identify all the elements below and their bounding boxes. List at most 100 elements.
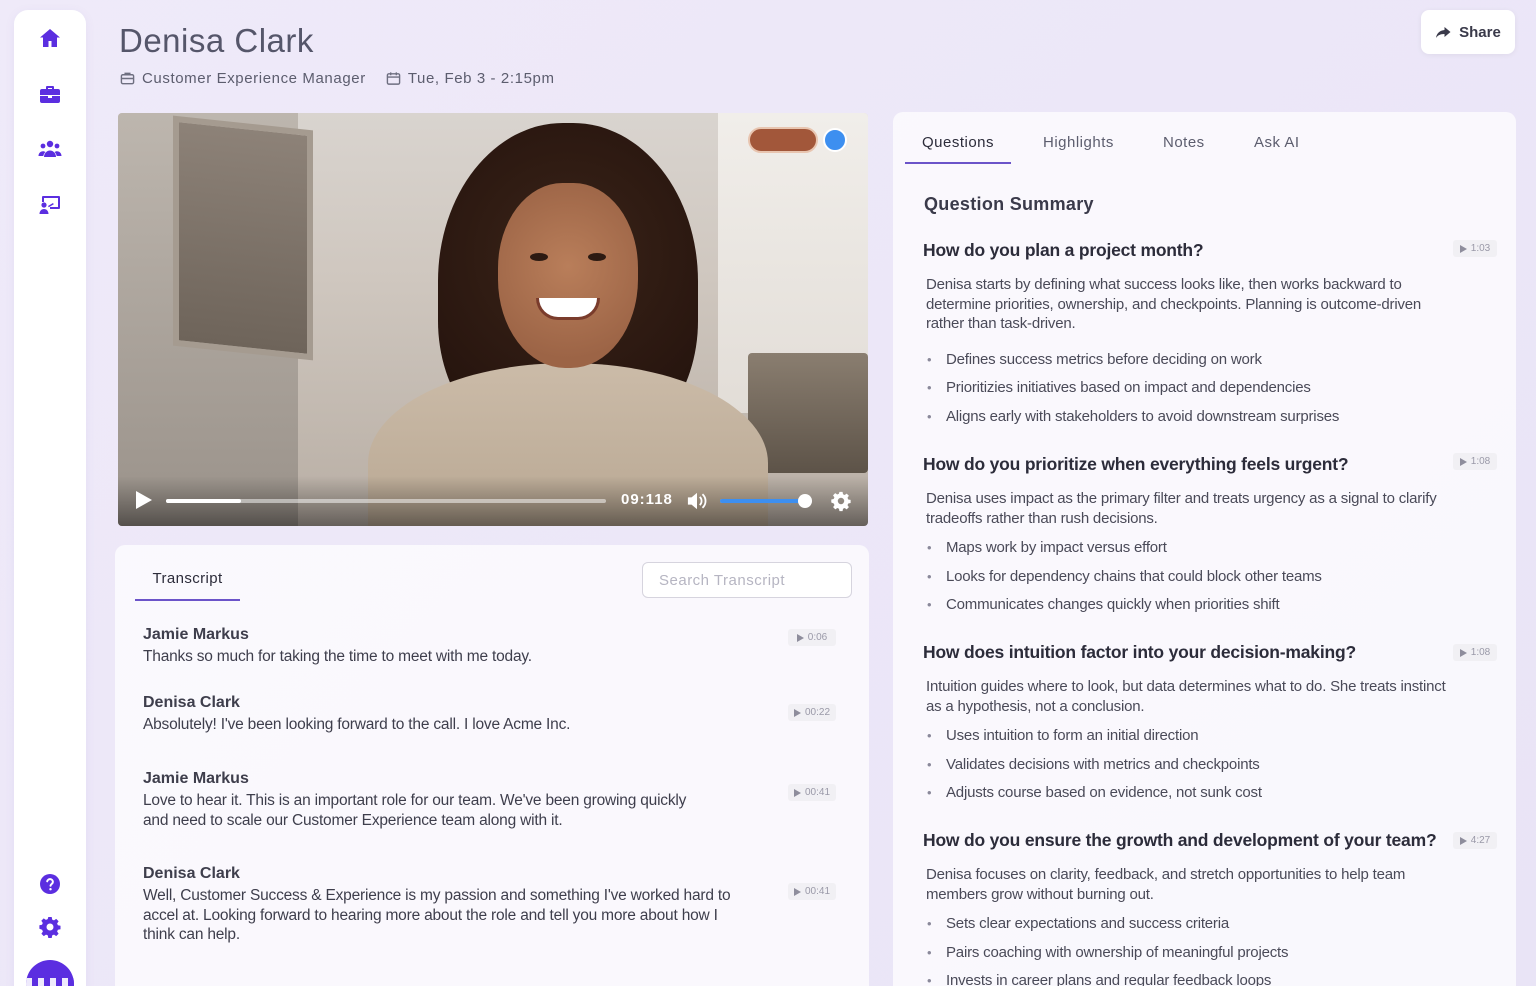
briefcase-icon[interactable] — [36, 80, 64, 108]
video-settings-icon[interactable] — [830, 490, 852, 512]
timestamp-button[interactable]: 00:22 — [788, 704, 836, 721]
tab-questions[interactable]: Questions — [905, 134, 1011, 164]
share-arrow-icon — [1436, 27, 1451, 38]
question-bullets: Maps work by impact versus effort Looks … — [923, 538, 1503, 614]
timestamp-label: 1:08 — [1470, 647, 1491, 658]
transcript-entry: Jamie Markus Thanks so much for taking t… — [143, 626, 843, 667]
timestamp-button[interactable]: 00:41 — [788, 883, 836, 900]
question-block: How do you prioritize when everything fe… — [923, 454, 1503, 624]
candidate-meta: Customer Experience Manager Tue, Feb 3 -… — [120, 70, 555, 87]
progress-bar[interactable] — [166, 499, 606, 503]
timestamp-label: 00:22 — [804, 707, 831, 718]
question-summary-heading: Question Summary — [924, 194, 1094, 214]
question-title: How do you ensure the growth and develop… — [923, 830, 1437, 850]
user-avatar[interactable] — [26, 960, 74, 986]
question-summary: Denisa starts by defining what success l… — [926, 276, 1422, 332]
volume-knob[interactable] — [797, 494, 812, 508]
list-item: Validates decisions with metrics and che… — [927, 755, 1503, 774]
date-item: Tue, Feb 3 - 2:15pm — [386, 70, 555, 87]
transcript-entry: Denisa Clark Absolutely! I've been looki… — [143, 694, 843, 735]
video-player[interactable]: 09:118 — [118, 113, 868, 526]
timestamp-label: 4:27 — [1470, 835, 1491, 846]
timestamp-button[interactable]: 1:08 — [1453, 453, 1497, 470]
play-small-icon — [1459, 244, 1467, 253]
tab-ask-ai[interactable]: Ask AI — [1254, 134, 1300, 164]
list-item: Pairs coaching with ownership of meaning… — [927, 943, 1503, 962]
timestamp-label: 1:08 — [1470, 456, 1491, 467]
role-item: Customer Experience Manager — [120, 70, 366, 87]
calendar-icon — [386, 72, 401, 85]
recording-pill[interactable] — [748, 127, 818, 153]
volume-slider[interactable] — [720, 494, 812, 508]
list-item: Communicates changes quickly when priori… — [927, 595, 1503, 614]
timestamp-label: 0:06 — [807, 632, 828, 643]
settings-icon[interactable] — [36, 913, 64, 941]
volume-icon[interactable] — [686, 491, 710, 511]
question-title: How do you plan a project month? — [923, 240, 1204, 260]
timestamp-label: 00:41 — [804, 886, 831, 897]
list-item: Invests in career plans and regular feed… — [927, 971, 1503, 986]
play-small-icon — [796, 633, 804, 642]
play-small-icon — [793, 708, 801, 717]
date-label: Tue, Feb 3 - 2:15pm — [407, 70, 555, 87]
tab-notes[interactable]: Notes — [1163, 134, 1205, 164]
search-transcript-input[interactable] — [642, 562, 852, 598]
timestamp-button[interactable]: 1:03 — [1453, 240, 1497, 257]
timestamp-button[interactable]: 0:06 — [788, 629, 836, 646]
list-item: Aligns early with stakeholders to avoid … — [927, 407, 1503, 426]
question-block: How do you ensure the growth and develop… — [923, 830, 1503, 986]
question-block: How do you plan a project month? Denisa … — [923, 240, 1503, 435]
current-time: 09:118 — [621, 491, 673, 508]
question-bullets: Uses intuition to form an initial direct… — [923, 726, 1503, 802]
question-block: How does intuition factor into your deci… — [923, 642, 1503, 812]
timestamp-label: 00:41 — [804, 787, 831, 798]
speaker-name: Denisa Clark — [143, 865, 240, 882]
list-item: Sets clear expectations and success crit… — [927, 914, 1503, 933]
play-button[interactable] — [136, 491, 152, 509]
transcript-line: Love to hear it. This is an important ro… — [143, 792, 687, 829]
sidebar — [14, 10, 86, 986]
transcript-entry: Jamie Markus Love to hear it. This is an… — [143, 770, 843, 830]
ai-sparkle-icon[interactable] — [823, 128, 847, 152]
users-icon[interactable] — [36, 135, 64, 163]
questions-panel: Questions Highlights Notes Ask AI Questi… — [893, 112, 1516, 986]
presentation-icon[interactable] — [36, 191, 64, 219]
question-bullets: Sets clear expectations and success crit… — [923, 914, 1503, 986]
progress-fill — [166, 499, 241, 503]
home-icon[interactable] — [36, 24, 64, 52]
candidate-name: Denisa Clark — [119, 22, 314, 59]
transcript-entry: Denisa Clark Well, Customer Success & Ex… — [143, 865, 843, 945]
list-item: Prioritizies initiatives based on impact… — [927, 378, 1503, 397]
share-label: Share — [1459, 23, 1501, 41]
list-item: Adjusts course based on evidence, not su… — [927, 783, 1503, 802]
question-summary: Denisa uses impact as the primary filter… — [926, 490, 1437, 527]
question-title: How do you prioritize when everything fe… — [923, 454, 1349, 474]
tab-transcript[interactable]: Transcript — [135, 569, 240, 601]
help-icon[interactable] — [36, 870, 64, 898]
volume-fill — [720, 499, 805, 503]
timestamp-button[interactable]: 1:08 — [1453, 644, 1497, 661]
share-button[interactable]: Share — [1421, 10, 1515, 54]
list-item: Uses intuition to form an initial direct… — [927, 726, 1503, 745]
transcript-line: Absolutely! I've been looking forward to… — [143, 716, 571, 733]
badge-icon — [120, 72, 135, 85]
timestamp-label: 1:03 — [1470, 243, 1491, 254]
timestamp-button[interactable]: 00:41 — [788, 784, 836, 801]
video-person-eye — [588, 253, 606, 261]
video-wall-frame — [173, 115, 313, 361]
video-person-eye — [530, 253, 548, 261]
transcript-panel: Transcript Jamie Markus Thanks so much f… — [115, 545, 869, 986]
question-title: How does intuition factor into your deci… — [923, 642, 1356, 662]
timestamp-button[interactable]: 4:27 — [1453, 832, 1497, 849]
play-small-icon — [1459, 836, 1467, 845]
speaker-name: Jamie Markus — [143, 770, 249, 787]
question-summary: Intuition guides where to look, but data… — [926, 678, 1446, 715]
speaker-name: Jamie Markus — [143, 626, 249, 643]
tab-highlights[interactable]: Highlights — [1043, 134, 1114, 164]
list-item: Maps work by impact versus effort — [927, 538, 1503, 557]
play-small-icon — [793, 887, 801, 896]
list-item: Defines success metrics before deciding … — [927, 350, 1503, 369]
question-bullets: Defines success metrics before deciding … — [923, 350, 1503, 426]
list-item: Looks for dependency chains that could b… — [927, 567, 1503, 586]
transcript-line: Thanks so much for taking the time to me… — [143, 648, 532, 665]
